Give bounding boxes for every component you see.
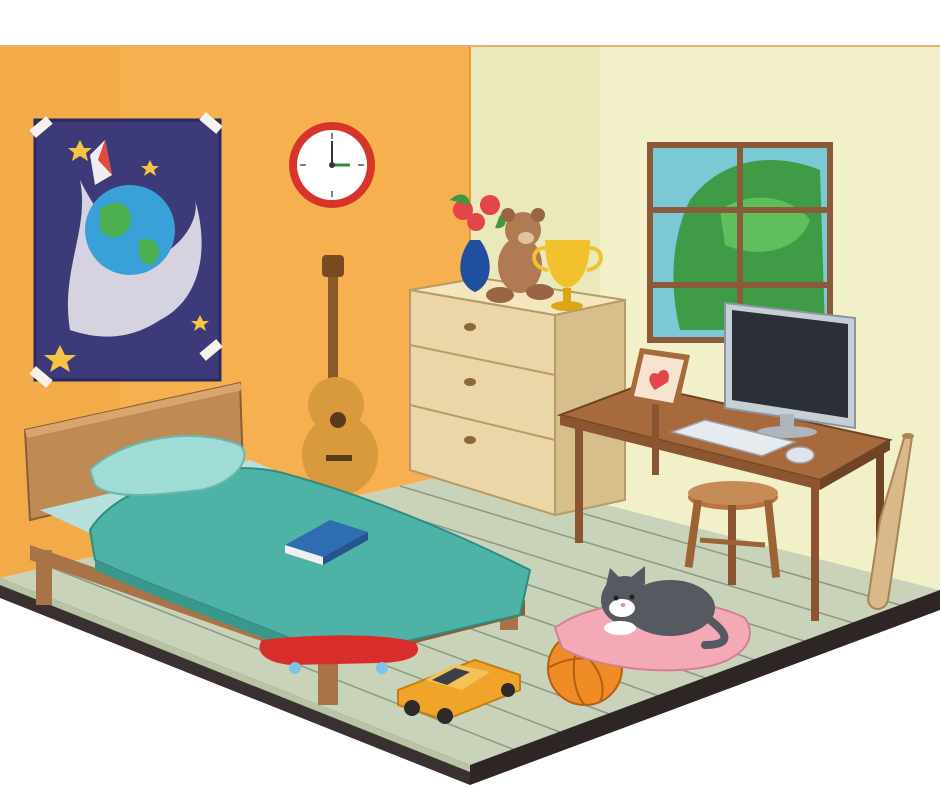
skateboard-wheel-2 [376, 662, 388, 674]
bedroom-scene [0, 45, 940, 785]
mouse [785, 446, 815, 464]
drawer-knob-2 [464, 378, 476, 386]
car-wheel-front [404, 700, 420, 716]
drawer-knob-3 [464, 436, 476, 444]
space-poster [29, 112, 223, 388]
drawer-knob-1 [464, 323, 476, 331]
wall-clock [289, 122, 375, 208]
skateboard-wheel-1 [289, 662, 301, 674]
dresser [409, 276, 626, 517]
car-wheel-rear [437, 708, 453, 724]
earth-planet [85, 185, 175, 275]
car-wheel-back [501, 683, 515, 697]
